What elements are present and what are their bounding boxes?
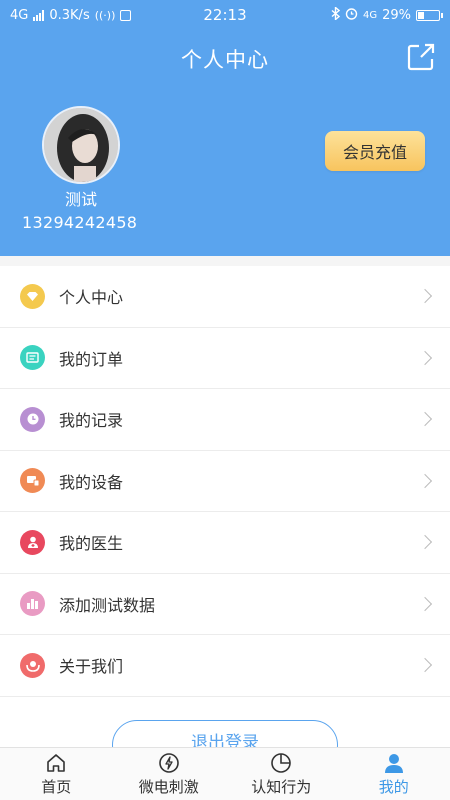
chevron-right-icon	[417, 289, 433, 304]
tab-label: 我的	[378, 777, 409, 796]
tab-label: 微电刺激	[138, 777, 199, 796]
menu-item-add-test-data[interactable]: 添加测试数据	[0, 574, 450, 635]
menu-item-profile[interactable]: 个人中心	[0, 266, 450, 328]
status-time: 22:13	[203, 6, 247, 24]
chevron-right-icon	[417, 350, 433, 365]
menu-item-about-us[interactable]: 关于我们	[0, 635, 450, 697]
hotspot-icon: ((·))	[94, 8, 116, 22]
menu-label: 我的订单	[59, 349, 124, 369]
chevron-right-icon	[417, 412, 433, 427]
tab-label: 首页	[41, 777, 72, 796]
clock-icon	[20, 406, 45, 432]
sim-icon	[120, 9, 132, 21]
menu-label: 我的医生	[59, 534, 124, 554]
tab-electrical-stimulation[interactable]: 微电刺激	[113, 748, 226, 800]
pie-icon	[271, 752, 292, 773]
network-speed: 0.3K/s	[49, 7, 90, 23]
bar-chart-icon	[20, 591, 45, 617]
logout-area: 退出登录	[0, 697, 450, 747]
share-icon	[407, 43, 435, 71]
menu-item-doctor[interactable]: 我的医生	[0, 512, 450, 574]
menu-item-orders[interactable]: 我的订单	[0, 328, 450, 389]
battery-percent: 29%	[382, 7, 411, 23]
signal-icon	[33, 9, 45, 21]
page-title: 个人中心	[181, 48, 269, 72]
menu-label: 我的设备	[59, 472, 124, 492]
user-icon	[384, 753, 403, 773]
share-button[interactable]	[406, 42, 436, 72]
home-icon	[47, 753, 66, 772]
hands-icon	[20, 652, 45, 678]
network-type: 4G	[10, 7, 29, 23]
vip-recharge-button[interactable]: 会员充值	[325, 131, 425, 171]
menu-item-devices[interactable]: 我的设备	[0, 451, 450, 512]
bolt-icon	[158, 752, 179, 773]
chevron-right-icon	[417, 473, 433, 488]
battery-fill	[418, 11, 424, 19]
status-bar: 4G 0.3K/s ((·)) 22:13 4G 29%	[0, 0, 450, 30]
tab-mine[interactable]: 我的	[338, 748, 450, 800]
chevron-right-icon	[417, 535, 433, 550]
network-type-right: 4G	[362, 9, 378, 21]
status-left: 4G 0.3K/s ((·))	[10, 7, 132, 23]
logout-button[interactable]: 退出登录	[112, 720, 338, 747]
avatar-photo	[44, 108, 118, 182]
menu-item-records[interactable]: 我的记录	[0, 389, 450, 451]
menu-label: 个人中心	[59, 288, 124, 308]
profile-header: 4G 0.3K/s ((·)) 22:13 4G 29% 个人中心 测试 132…	[0, 0, 450, 256]
doctor-icon	[20, 529, 45, 555]
phone-number: 13294242458	[22, 213, 138, 232]
bluetooth-icon	[331, 5, 341, 24]
tab-home[interactable]: 首页	[0, 748, 113, 800]
tab-cognitive-behavior[interactable]: 认知行为	[225, 748, 338, 800]
alarm-icon	[345, 7, 358, 24]
device-icon	[20, 468, 45, 494]
diamond-icon	[20, 283, 45, 309]
menu-list: 个人中心 我的订单 我的记录 我的设备 我的医生 添加测试数据 关于我们	[0, 266, 450, 697]
username: 测试	[64, 190, 97, 209]
menu-label: 我的记录	[59, 411, 124, 431]
battery-icon	[416, 9, 443, 21]
tab-bar: 首页 微电刺激 认知行为 我的	[0, 747, 450, 800]
order-icon	[20, 345, 45, 371]
tab-label: 认知行为	[251, 777, 312, 796]
menu-label: 添加测试数据	[59, 595, 156, 615]
chevron-right-icon	[417, 658, 433, 673]
menu-label: 关于我们	[59, 657, 124, 677]
avatar[interactable]	[42, 106, 120, 184]
chevron-right-icon	[417, 596, 433, 611]
status-right: 4G 29%	[331, 5, 443, 24]
